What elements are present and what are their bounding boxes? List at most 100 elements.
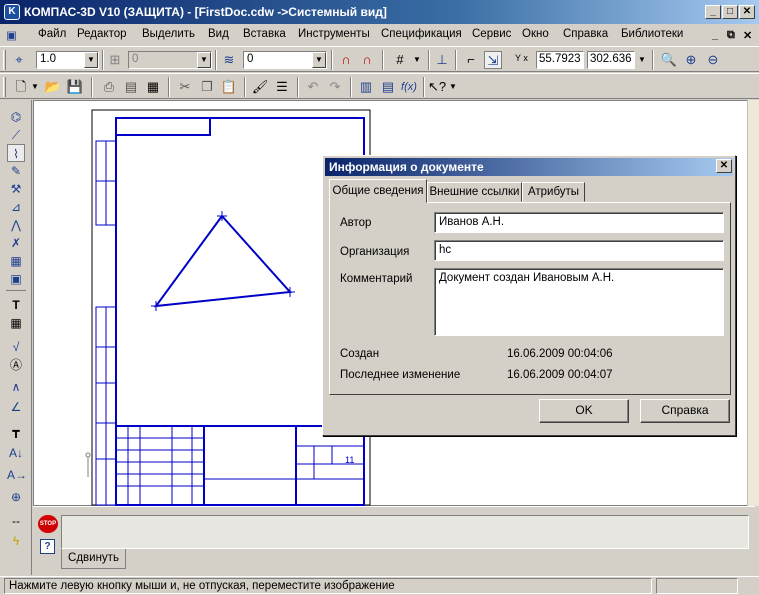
minimize-icon[interactable]: _ — [705, 5, 721, 19]
function-icon[interactable]: f(x) — [400, 78, 418, 96]
undo-icon[interactable]: ↶ — [304, 78, 322, 96]
menu-file[interactable]: Файл — [38, 28, 66, 40]
menu-service[interactable]: Сервис — [472, 28, 511, 40]
measure-icon[interactable]: ⊿ — [7, 198, 25, 216]
grid-dropdown-icon[interactable]: ▼ — [408, 51, 426, 69]
cut-icon[interactable]: ✂ — [176, 78, 194, 96]
parametrize-icon[interactable]: ⚒ — [7, 180, 25, 198]
variables-icon[interactable]: ▤ — [379, 78, 397, 96]
author-field[interactable]: Иванов А.Н. — [434, 212, 724, 233]
properties-icon[interactable]: ☰ — [273, 78, 291, 96]
style-icon[interactable]: ≋ — [220, 51, 238, 69]
tab-external-links[interactable]: Внешние ссылки — [427, 182, 522, 202]
help-button[interactable]: Справка — [640, 399, 730, 423]
redo-icon[interactable]: ↷ — [326, 78, 344, 96]
new-dropdown-icon[interactable]: ▼ — [30, 78, 40, 96]
dimensions-icon[interactable]: ⟋ — [7, 126, 25, 144]
axis-icon[interactable]: ⊕ — [7, 488, 25, 506]
line-style-icon[interactable]: -- — [7, 512, 25, 530]
menu-tools[interactable]: Инструменты — [298, 28, 370, 40]
print-preview-icon[interactable]: ▤ — [122, 78, 140, 96]
copy-icon[interactable]: ❐ — [198, 78, 216, 96]
tab-attributes[interactable]: Атрибуты — [522, 182, 585, 202]
print-icon[interactable]: ⎙ — [100, 78, 118, 96]
ok-button[interactable]: OK — [539, 399, 629, 423]
menu-libraries[interactable]: Библиотеки — [621, 28, 683, 40]
coord-y-field[interactable]: 302.636 — [587, 51, 635, 69]
sheet-icon[interactable]: ▦ — [144, 78, 162, 96]
org-field[interactable]: hc — [434, 240, 724, 261]
grid-icon[interactable]: # — [391, 51, 409, 69]
stop-icon[interactable]: STOP — [38, 515, 58, 533]
format-brush-icon[interactable]: 🖌 — [251, 78, 269, 96]
new-doc-icon[interactable]: 🗋 — [12, 78, 30, 96]
status-bar: Нажмите левую кнопку мыши и, не отпуская… — [0, 576, 759, 595]
mdi-restore-icon[interactable]: ⧉ — [727, 29, 735, 42]
tab-move[interactable]: Сдвинуть — [61, 549, 126, 569]
round-icon[interactable]: ⇲ — [484, 51, 502, 69]
maximize-icon[interactable]: □ — [722, 5, 738, 19]
modified-label: Последнее изменение — [340, 369, 461, 381]
lightning-icon[interactable]: ϟ — [7, 532, 25, 550]
context-help-icon[interactable]: ↖? — [428, 78, 446, 96]
vertical-scrollbar[interactable] — [747, 100, 759, 506]
view-arrow-icon[interactable]: A↓ — [7, 444, 25, 462]
edit-icon[interactable]: ✎ — [7, 162, 25, 180]
menu-help[interactable]: Справка — [563, 28, 608, 40]
tolerance-icon[interactable]: ∠ — [7, 398, 25, 416]
zoom-window-icon[interactable]: 🔍 — [660, 51, 678, 69]
manager-icon[interactable]: ▥ — [357, 78, 375, 96]
menu-edit[interactable]: Редактор — [77, 28, 127, 40]
zoom-out-icon[interactable]: ⊖ — [704, 51, 722, 69]
insert-icon[interactable]: ▣ — [7, 270, 25, 288]
text-icon[interactable]: T — [7, 296, 25, 314]
table-icon[interactable]: ▦ — [7, 314, 25, 332]
created-value: 16.06.2009 00:04:06 — [507, 348, 613, 360]
roughness-icon[interactable]: √ — [7, 338, 25, 356]
toolbar-more-icon[interactable]: ▼ — [448, 78, 458, 96]
doc-icon[interactable]: ▣ — [6, 28, 17, 42]
section-icon[interactable]: ┳ — [7, 422, 25, 440]
comment-field[interactable]: Документ создан Ивановым А.Н. — [434, 268, 724, 336]
zoom-in-icon[interactable]: ⊕ — [682, 51, 700, 69]
select-icon[interactable]: ⋀ — [7, 216, 25, 234]
help-icon[interactable]: ? — [40, 539, 55, 554]
menu-select[interactable]: Выделить — [142, 28, 195, 40]
base-icon[interactable]: Ⓐ — [7, 356, 25, 374]
leader-icon[interactable]: ∧ — [7, 378, 25, 396]
layer-icon[interactable]: ⊞ — [106, 51, 124, 69]
dialog-title: Информация о документе — [325, 158, 733, 176]
mdi-close-icon[interactable]: ✕ — [743, 29, 752, 42]
spec-icon[interactable]: ✗ — [7, 234, 25, 252]
ortho-icon[interactable]: ⌐ — [462, 51, 480, 69]
snap-icon[interactable]: ⌖ — [10, 51, 28, 69]
geometry-icon[interactable]: ⌬ — [7, 108, 25, 126]
reports-icon[interactable]: ▦ — [7, 252, 25, 270]
style-combo[interactable]: 0 ▼ — [243, 51, 327, 69]
coord-x-field[interactable]: 55.7923 — [536, 51, 584, 69]
mdi-minimize-icon[interactable]: _ — [712, 29, 718, 41]
coord-more-icon[interactable]: ▼ — [637, 51, 647, 69]
tab-general[interactable]: Общие сведения — [329, 179, 427, 203]
cut-line-icon[interactable]: A→ — [7, 466, 27, 484]
paste-icon[interactable]: 📋 — [220, 78, 238, 96]
dialog-close-icon[interactable]: ✕ — [716, 159, 732, 173]
symbols-icon[interactable]: ⌇ — [7, 144, 25, 162]
layer-combo[interactable]: 0 ▼ — [128, 51, 212, 69]
open-icon[interactable]: 📂 — [44, 78, 62, 96]
local-cs-icon[interactable]: ⊥ — [433, 51, 451, 69]
menu-window[interactable]: Окно — [522, 28, 549, 40]
toolbar-current-state: ⌖ 1.0 ▼ ⊞ 0 ▼ ≋ 0 ▼ ∩ ∩ # ▼ ⊥ ⌐ ⇲ Y x 55.79… — [0, 46, 759, 72]
menu-spec[interactable]: Спецификация — [381, 28, 462, 40]
created-label: Создан — [340, 348, 380, 360]
save-icon[interactable]: 💾 — [66, 78, 84, 96]
menu-view[interactable]: Вид — [208, 28, 229, 40]
status-panel-2 — [656, 578, 738, 594]
app-icon[interactable]: K — [4, 4, 20, 20]
scale-combo[interactable]: 1.0 ▼ — [36, 51, 99, 69]
close-icon[interactable]: ✕ — [739, 5, 755, 19]
menu-insert[interactable]: Вставка — [243, 28, 286, 40]
magnet-icon[interactable]: ∩ — [337, 51, 355, 69]
magnet-off-icon[interactable]: ∩ — [358, 51, 376, 69]
modified-value: 16.06.2009 00:04:07 — [507, 369, 613, 381]
